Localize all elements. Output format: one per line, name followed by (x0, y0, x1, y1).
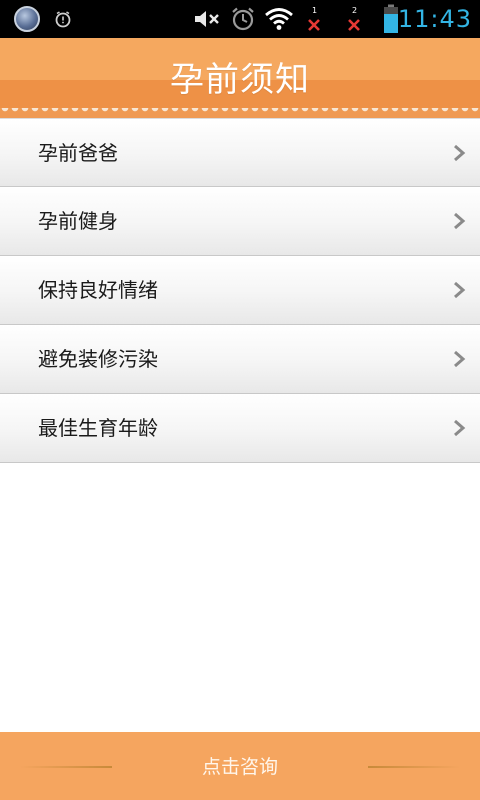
status-time: 11:43 (397, 5, 472, 33)
list-item-prepregnancy-fitness[interactable]: 孕前健身 (0, 187, 480, 256)
wifi-icon (263, 0, 295, 38)
consult-button-label: 点击咨询 (201, 756, 278, 778)
topic-list: 孕前爸爸 孕前健身 保持良好情绪 避免装修污染 最佳生育年龄 (0, 118, 480, 463)
list-item-best-childbearing-age[interactable]: 最佳生育年龄 (0, 394, 480, 463)
page-title: 孕前须知 (170, 60, 310, 100)
no-signal-icon (304, 0, 324, 38)
list-item-label: 孕前爸爸 (38, 141, 118, 165)
alarm-icon (52, 0, 74, 38)
chevron-right-icon (454, 350, 466, 368)
list-item-label: 孕前健身 (38, 209, 118, 233)
chevron-right-icon (454, 281, 466, 299)
chevron-right-icon (454, 212, 466, 230)
no-signal-icon (344, 0, 364, 38)
chevron-right-icon (454, 144, 466, 162)
app-badge-icon (12, 0, 42, 38)
consult-button[interactable]: 点击咨询 (0, 732, 480, 800)
screen: 1 2 11:43 孕前须知 孕前爸爸 孕前健身 保持良好情绪 避免装修污染 最… (0, 0, 480, 800)
mute-icon (192, 0, 222, 38)
list-item-good-mood[interactable]: 保持良好情绪 (0, 256, 480, 325)
list-item-label: 避免装修污染 (38, 347, 158, 371)
list-item-prepregnancy-father[interactable]: 孕前爸爸 (0, 118, 480, 187)
chevron-right-icon (454, 419, 466, 437)
list-item-label: 最佳生育年龄 (38, 416, 158, 440)
alarm-clock-icon (229, 0, 257, 38)
header: 孕前须知 (0, 38, 480, 118)
list-item-label: 保持良好情绪 (38, 278, 158, 302)
status-bar: 1 2 11:43 (0, 0, 480, 38)
list-item-avoid-renovation-pollution[interactable]: 避免装修污染 (0, 325, 480, 394)
